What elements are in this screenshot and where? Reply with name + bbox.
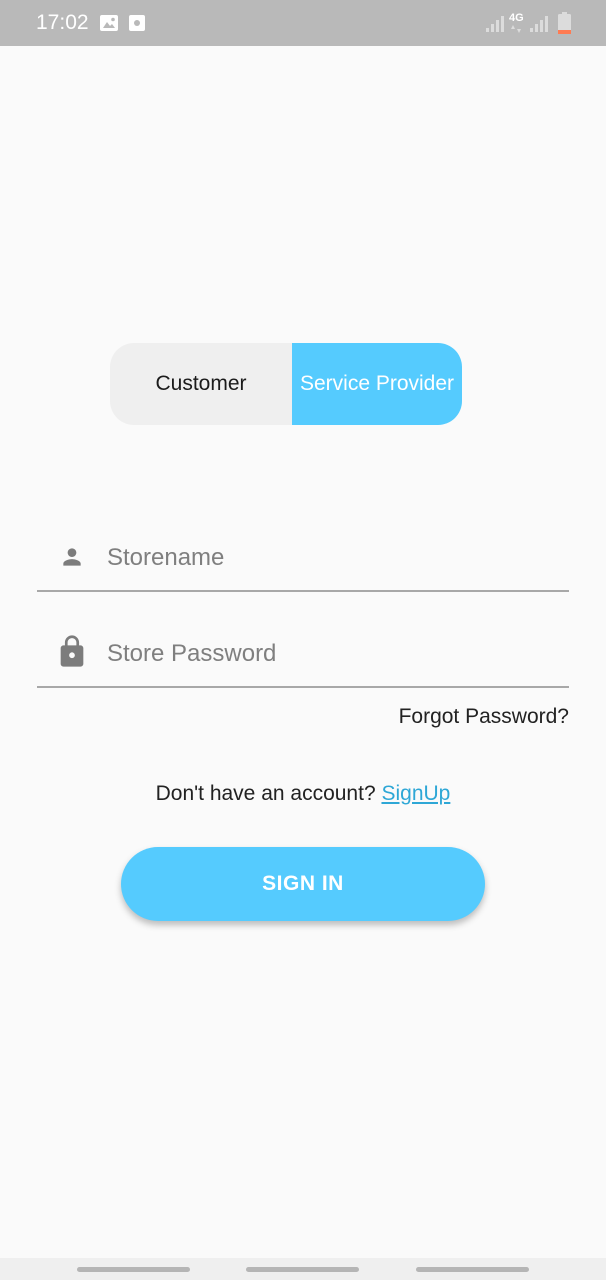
person-icon (63, 548, 81, 566)
signup-prompt: Don't have an account? (155, 782, 376, 805)
battery-icon (558, 12, 571, 34)
data-arrows-icon (511, 25, 521, 33)
nav-home-handle[interactable] (246, 1267, 359, 1272)
role-toggle: Customer Service Provider (110, 343, 462, 425)
gallery-icon (100, 15, 118, 31)
nav-recent-handle[interactable] (77, 1267, 190, 1272)
storename-input[interactable] (107, 530, 557, 586)
password-field (37, 626, 569, 688)
sign-in-button[interactable]: SIGN IN (121, 847, 485, 921)
status-time: 17:02 (36, 11, 89, 34)
forgot-password-link[interactable]: Forgot Password? (399, 705, 569, 729)
record-icon (129, 15, 145, 31)
signal-icon (486, 16, 504, 32)
network-type-label: 4G (509, 12, 524, 24)
navigation-bar (0, 1258, 606, 1280)
storename-field (37, 530, 569, 592)
nav-back-handle[interactable] (416, 1267, 529, 1272)
status-bar: 17:02 4G (0, 0, 606, 46)
signup-row: Don't have an account? SignUp (0, 782, 606, 806)
toggle-customer-option[interactable]: Customer (110, 343, 292, 425)
signup-link[interactable]: SignUp (381, 782, 450, 805)
signal-icon-2 (530, 16, 548, 32)
toggle-service-provider-option[interactable]: Service Provider (292, 343, 462, 425)
store-password-input[interactable] (107, 626, 557, 682)
lock-icon (60, 635, 84, 667)
